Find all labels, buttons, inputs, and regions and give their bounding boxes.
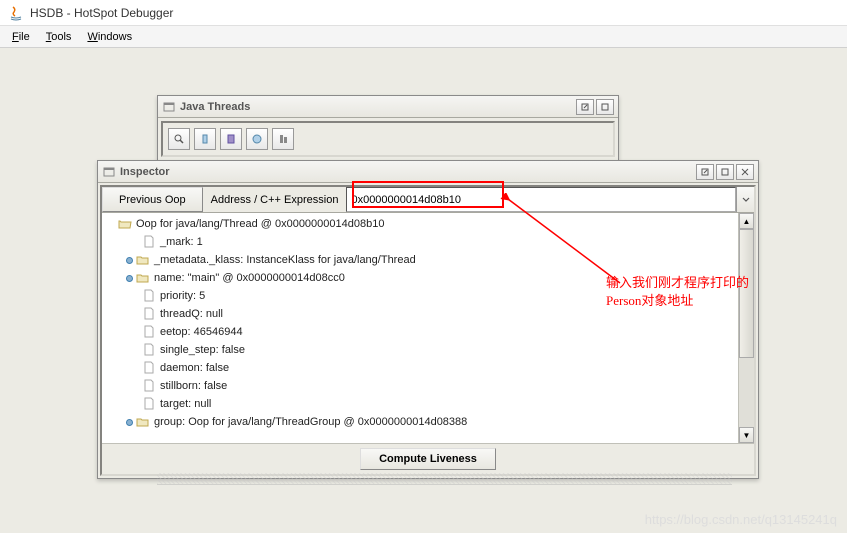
expression-label: Address / C++ Expression: [203, 187, 347, 212]
menu-windows[interactable]: Windows: [79, 29, 140, 45]
scroll-thumb[interactable]: [739, 229, 754, 358]
tree-label: eetop: 46546944: [160, 326, 243, 338]
tree-item[interactable]: daemon: false: [102, 359, 738, 377]
file-icon: [142, 235, 156, 249]
tree-item[interactable]: single_step: false: [102, 341, 738, 359]
tree-item[interactable]: name: "main" @ 0x0000000014d08cc0: [102, 269, 738, 287]
stack-icon[interactable]: [194, 128, 216, 150]
window-title: HSDB - HotSpot Debugger: [30, 6, 173, 20]
tree-label: priority: 5: [160, 290, 205, 302]
tree-item[interactable]: threadQ: null: [102, 305, 738, 323]
inspector-titlebar[interactable]: Inspector: [98, 161, 758, 183]
menu-file[interactable]: File: [4, 29, 38, 45]
frame-icon: [162, 100, 176, 114]
folder-icon: [136, 271, 150, 285]
vertical-scrollbar[interactable]: ▲ ▼: [738, 213, 754, 443]
tree-item[interactable]: _metadata._klass: InstanceKlass for java…: [102, 251, 738, 269]
folder-open-icon: [118, 217, 132, 231]
file-icon: [142, 289, 156, 303]
tree-label: target: null: [160, 398, 211, 410]
chevron-down-icon[interactable]: [736, 187, 754, 212]
file-icon: [142, 325, 156, 339]
tree-label: Oop for java/lang/Thread @ 0x0000000014d…: [136, 218, 384, 230]
scroll-up-icon[interactable]: ▲: [739, 213, 754, 229]
expand-icon[interactable]: [124, 255, 134, 265]
desktop-pane: Java Threads Inspector: [0, 48, 847, 533]
tree-label: group: Oop for java/lang/ThreadGroup @ 0…: [154, 416, 467, 428]
scroll-down-icon[interactable]: ▼: [739, 427, 754, 443]
threads-title: Java Threads: [180, 101, 576, 113]
file-icon: [142, 361, 156, 375]
file-icon: [142, 307, 156, 321]
tree-item[interactable]: eetop: 46546944: [102, 323, 738, 341]
menu-tools[interactable]: Tools: [38, 29, 80, 45]
monitor-icon[interactable]: [246, 128, 268, 150]
maximize-icon[interactable]: [596, 99, 614, 115]
expand-icon[interactable]: [124, 417, 134, 427]
menubar: File Tools Windows: [0, 26, 847, 48]
shadow: [157, 473, 732, 485]
inspector-window[interactable]: Inspector Previous Oop Address / C++ Exp…: [97, 160, 759, 479]
threads-toolbar: [161, 121, 615, 157]
inspector-toolbar: Previous Oop Address / C++ Expression: [102, 187, 754, 213]
tree-root[interactable]: Oop for java/lang/Thread @ 0x0000000014d…: [102, 215, 738, 233]
minimize-icon[interactable]: [576, 99, 594, 115]
tree-label: stillborn: false: [160, 380, 227, 392]
inspect-icon[interactable]: [168, 128, 190, 150]
close-icon[interactable]: [736, 164, 754, 180]
memory-icon[interactable]: [220, 128, 242, 150]
folder-icon: [136, 415, 150, 429]
minimize-icon[interactable]: [696, 164, 714, 180]
inspector-title: Inspector: [120, 166, 696, 178]
java-icon: [8, 5, 24, 21]
tree-label: single_step: false: [160, 344, 245, 356]
oop-tree[interactable]: Oop for java/lang/Thread @ 0x0000000014d…: [102, 213, 738, 443]
tree-label: threadQ: null: [160, 308, 223, 320]
tree-item[interactable]: group: Oop for java/lang/ThreadGroup @ 0…: [102, 413, 738, 431]
compute-liveness-button[interactable]: Compute Liveness: [360, 448, 496, 470]
maximize-icon[interactable]: [716, 164, 734, 180]
find-icon[interactable]: [272, 128, 294, 150]
file-icon: [142, 379, 156, 393]
tree-label: _mark: 1: [160, 236, 203, 248]
expand-icon[interactable]: [124, 273, 134, 283]
frame-icon: [102, 165, 116, 179]
folder-icon: [136, 253, 150, 267]
tree-item[interactable]: stillborn: false: [102, 377, 738, 395]
scroll-track[interactable]: [739, 229, 754, 427]
tree-item[interactable]: _mark: 1: [102, 233, 738, 251]
tree-label: _metadata._klass: InstanceKlass for java…: [154, 254, 416, 266]
previous-oop-button[interactable]: Previous Oop: [102, 187, 203, 212]
file-icon: [142, 343, 156, 357]
tree-label: name: "main" @ 0x0000000014d08cc0: [154, 272, 345, 284]
tree-label: daemon: false: [160, 362, 229, 374]
file-icon: [142, 397, 156, 411]
tree-item[interactable]: priority: 5: [102, 287, 738, 305]
window-titlebar: HSDB - HotSpot Debugger: [0, 0, 847, 26]
threads-titlebar[interactable]: Java Threads: [158, 96, 618, 118]
expression-input[interactable]: [346, 187, 736, 212]
java-threads-window[interactable]: Java Threads: [157, 95, 619, 161]
tree-item[interactable]: target: null: [102, 395, 738, 413]
